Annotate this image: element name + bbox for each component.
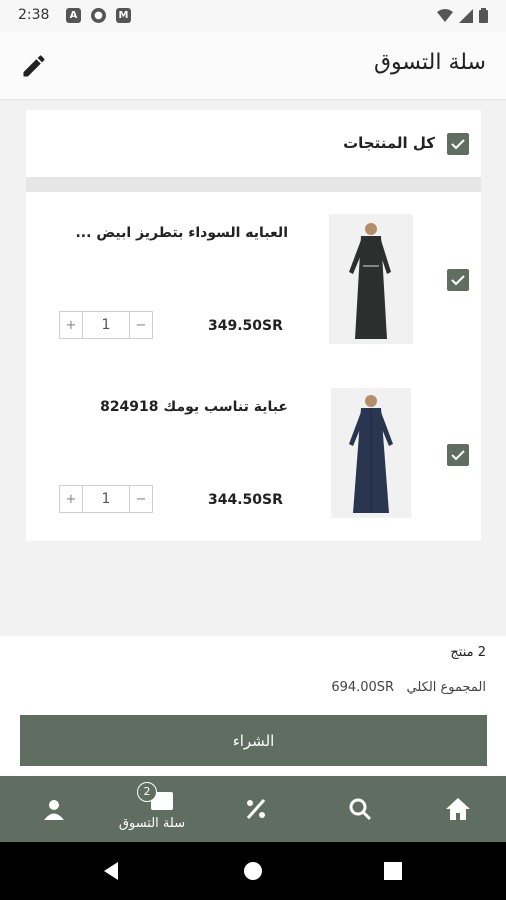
nav-home[interactable]	[438, 776, 478, 842]
select-all-label: كل المنتجات	[343, 134, 435, 152]
decrease-button[interactable]: −	[130, 312, 152, 338]
quantity-value: 1	[82, 312, 130, 338]
chrome-icon: ●	[91, 8, 106, 23]
buy-button[interactable]: الشراء	[20, 715, 487, 766]
app-notification-icon: A	[66, 8, 81, 23]
nav-cart[interactable]: 2 سلة التسوق	[105, 776, 199, 842]
app-bar: سلة التسوق	[0, 32, 506, 100]
nav-profile[interactable]	[34, 776, 74, 842]
quantity-stepper: + 1 −	[59, 311, 153, 339]
check-icon	[451, 450, 465, 461]
increase-button[interactable]: +	[60, 486, 82, 512]
gmail-icon: M	[116, 8, 131, 23]
increase-button[interactable]: +	[60, 312, 82, 338]
pencil-icon	[23, 55, 45, 77]
product-name[interactable]: عباية تناسب يومك 824918	[100, 399, 288, 415]
signal-icon	[459, 8, 473, 23]
status-bar: 2:38 A ● M	[0, 0, 506, 32]
person-icon	[44, 800, 64, 820]
bottom-navigation: 2 سلة التسوق	[0, 776, 506, 842]
back-icon[interactable]	[102, 861, 122, 881]
battery-icon	[479, 8, 488, 23]
decrease-button[interactable]: −	[130, 486, 152, 512]
order-summary: 2 منتج المجموع الكلي 694.00SR الشراء	[0, 636, 506, 776]
cart-item: العبايه السوداء بتطريز ابيض ... 349.50SR…	[26, 192, 481, 366]
item-checkbox[interactable]	[447, 444, 469, 466]
item-count: 2 منتج	[450, 645, 486, 660]
abaya-image-black	[329, 214, 413, 344]
total-row: المجموع الكلي 694.00SR	[331, 680, 486, 695]
wifi-icon	[437, 8, 453, 22]
cart-items-list: العبايه السوداء بتطريز ابيض ... 349.50SR…	[26, 192, 481, 541]
product-name[interactable]: العبايه السوداء بتطريز ابيض ...	[75, 225, 288, 241]
select-all-row[interactable]: كل المنتجات	[26, 110, 481, 177]
nav-search[interactable]	[340, 776, 380, 842]
edit-button[interactable]	[20, 52, 48, 80]
product-price: 349.50SR	[208, 318, 283, 334]
page-title: سلة التسوق	[373, 50, 486, 75]
cart-badge: 2	[137, 781, 157, 802]
product-price: 344.50SR	[208, 492, 283, 508]
product-image[interactable]	[331, 388, 411, 518]
cart-item: عباية تناسب يومك 824918 344.50SR + 1 −	[26, 366, 481, 540]
check-icon	[451, 275, 465, 286]
quantity-stepper: + 1 −	[59, 485, 153, 513]
check-icon	[451, 139, 465, 150]
percent-icon	[246, 799, 266, 819]
system-icons	[437, 8, 488, 23]
recents-icon[interactable]	[384, 862, 402, 880]
notification-icons: A ● M	[66, 8, 131, 23]
nav-offers[interactable]	[236, 776, 276, 842]
system-navigation-bar	[0, 842, 506, 900]
home-icon	[446, 798, 470, 820]
search-icon	[349, 798, 372, 821]
total-value: 694.00SR	[331, 680, 395, 695]
total-label: المجموع الكلي	[406, 680, 487, 695]
nav-cart-label: سلة التسوق	[118, 815, 186, 831]
divider	[26, 177, 481, 192]
home-circle-icon[interactable]	[243, 861, 263, 881]
abaya-image-navy	[331, 388, 411, 518]
product-image[interactable]	[329, 214, 413, 344]
item-checkbox[interactable]	[447, 269, 469, 291]
quantity-value: 1	[82, 486, 130, 512]
select-all-checkbox[interactable]	[447, 133, 469, 155]
status-time: 2:38	[18, 7, 50, 23]
